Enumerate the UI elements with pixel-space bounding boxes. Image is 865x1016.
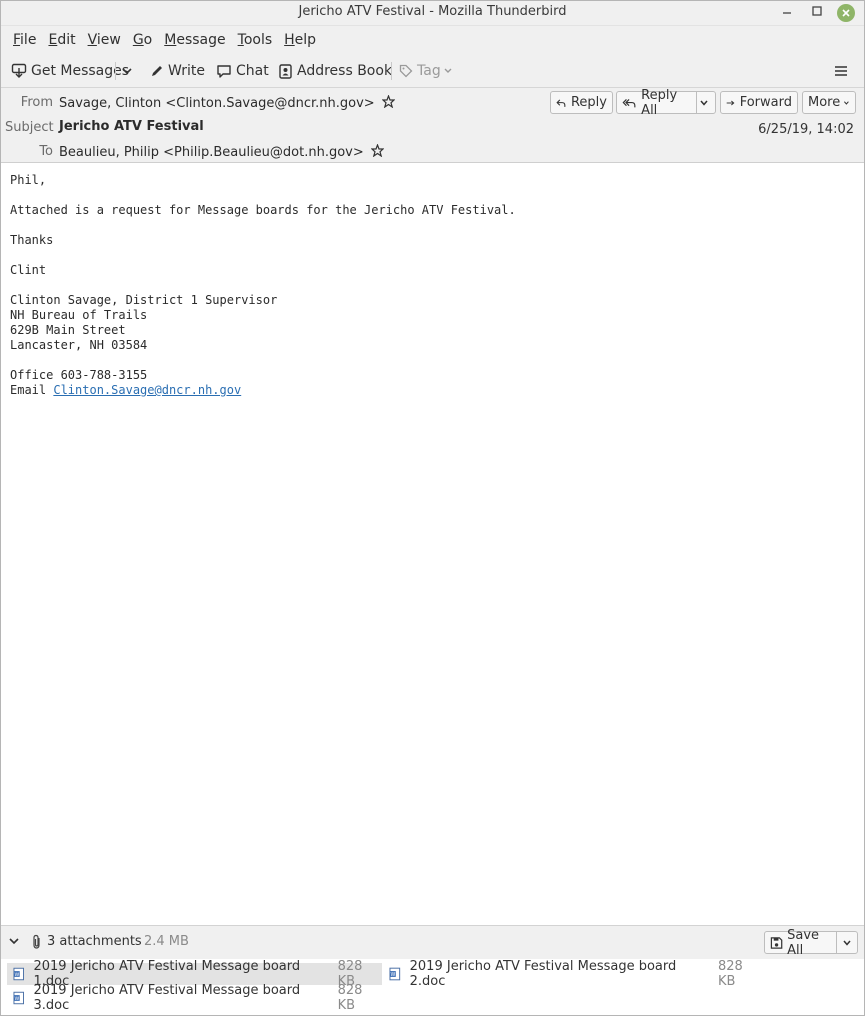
more-label: More (808, 95, 841, 110)
forward-arrow-icon (726, 100, 735, 105)
svg-text:W: W (390, 972, 395, 978)
menu-edit[interactable]: Edit (48, 32, 75, 48)
star-icon[interactable] (370, 144, 384, 157)
from-value[interactable]: Savage, Clinton <Clinton.Savage@dncr.nh.… (59, 96, 375, 111)
attachment-name: 2019 Jericho ATV Festival Message board … (33, 983, 301, 1013)
attachment-item[interactable]: W 2019 Jericho ATV Festival Message boar… (383, 959, 763, 989)
download-icon (11, 63, 27, 78)
from-field[interactable]: Savage, Clinton <Clinton.Savage@dncr.nh.… (59, 95, 395, 111)
paperclip-icon (33, 934, 40, 949)
attachment-size: 828 KB (337, 983, 363, 1013)
tag-button[interactable]: Tag (399, 60, 457, 82)
attachment-total-size: 2.4 MB (144, 934, 189, 949)
toolbar-separator (391, 62, 392, 80)
maximize-icon[interactable] (807, 3, 827, 23)
get-messages-dropdown[interactable] (121, 60, 137, 82)
save-all-dropdown[interactable] (837, 938, 857, 948)
attachment-size: 828 KB (718, 959, 743, 989)
write-button[interactable]: Write (150, 60, 205, 82)
word-document-icon: W (13, 967, 25, 981)
tag-icon (399, 64, 413, 78)
address-book-label: Address Book (297, 63, 393, 79)
menu-file[interactable]: File (13, 32, 36, 48)
email-link[interactable]: Clinton.Savage@dncr.nh.gov (53, 383, 241, 397)
forward-button[interactable]: Forward (720, 91, 798, 114)
chevron-down-icon (844, 100, 850, 105)
menu-go[interactable]: Go (133, 32, 152, 48)
forward-label: Forward (739, 95, 792, 110)
save-all-button[interactable]: Save All (764, 928, 858, 958)
subject-label: Subject (5, 120, 54, 135)
signature-line: NH Bureau of Trails (10, 308, 148, 322)
menu-message[interactable]: Message (164, 32, 225, 48)
reply-all-label: Reply All (641, 87, 678, 118)
attachment-name: 2019 Jericho ATV Festival Message board … (409, 959, 677, 989)
save-icon (770, 936, 783, 949)
word-document-icon: W (389, 967, 401, 981)
thunderbird-window: Jericho ATV Festival - Mozilla Thunderbi… (0, 0, 865, 1016)
message-body: Phil, Attached is a request for Message … (10, 173, 516, 398)
reply-all-icon (622, 98, 636, 107)
chat-bubble-icon (217, 64, 231, 78)
minimize-icon[interactable] (777, 3, 797, 23)
menubar: File Edit View Go Message Tools Help (1, 26, 864, 54)
attachment-list: W 2019 Jericho ATV Festival Message boar… (1, 959, 864, 1015)
menu-help[interactable]: Help (284, 32, 316, 48)
to-label: To (39, 144, 53, 159)
signature-line: Clinton Savage, District 1 Supervisor (10, 293, 278, 307)
subject-value: Jericho ATV Festival (59, 119, 204, 134)
reply-label: Reply (570, 95, 607, 110)
more-button[interactable]: More (802, 91, 856, 114)
reply-all-dropdown[interactable] (696, 91, 716, 114)
attachment-item[interactable]: W 2019 Jericho ATV Festival Message boar… (7, 983, 382, 1013)
body-name: Clint (10, 263, 47, 277)
menu-tools[interactable]: Tools (238, 32, 273, 48)
write-label: Write (168, 63, 205, 79)
attachment-item[interactable]: W 2019 Jericho ATV Festival Message boar… (7, 959, 382, 989)
message-header: From Savage, Clinton <Clinton.Savage@dnc… (1, 88, 864, 163)
to-value[interactable]: Beaulieu, Philip <Philip.Beaulieu@dot.nh… (59, 145, 364, 160)
titlebar: Jericho ATV Festival - Mozilla Thunderbi… (1, 1, 864, 26)
toolbar-separator (115, 62, 116, 80)
save-all-label: Save All (787, 927, 820, 958)
attachment-count[interactable]: 3 attachments (47, 934, 142, 949)
window-title: Jericho ATV Festival - Mozilla Thunderbi… (298, 4, 567, 19)
attachment-bar: 3 attachments 2.4 MB Save All (1, 925, 864, 960)
signature-line: Lancaster, NH 03584 (10, 338, 148, 352)
chat-label: Chat (236, 63, 269, 79)
chevron-down-icon (444, 68, 452, 73)
signature-office: Office 603-788-3155 (10, 368, 148, 382)
word-document-icon: W (13, 991, 25, 1005)
reply-icon (556, 99, 566, 107)
pencil-icon (152, 66, 162, 76)
body-line: Attached is a request for Message boards… (10, 203, 516, 217)
reply-button[interactable]: Reply (550, 91, 613, 114)
chat-button[interactable]: Chat (216, 60, 269, 82)
reply-all-button[interactable]: Reply All (616, 88, 697, 118)
body-thanks: Thanks (10, 233, 54, 247)
address-book-icon (279, 63, 292, 79)
chevron-down-icon (699, 100, 708, 106)
menu-view[interactable]: View (88, 32, 121, 48)
star-icon[interactable] (381, 95, 395, 108)
address-book-button[interactable]: Address Book (278, 60, 392, 82)
save-all-main[interactable]: Save All (765, 928, 837, 958)
tag-label: Tag (417, 63, 441, 79)
body-greeting: Phil, (10, 173, 47, 187)
signature-email-label: Email (10, 383, 54, 397)
chevron-down-icon (122, 68, 132, 75)
main-toolbar: Get Messages Write Chat Address Book Tag (1, 54, 864, 88)
chevron-down-icon[interactable] (8, 935, 20, 947)
app-menu-button[interactable] (834, 60, 852, 82)
close-icon[interactable] (837, 4, 855, 22)
svg-text:W: W (14, 996, 19, 1002)
message-date: 6/25/19, 14:02 (758, 122, 854, 137)
from-label: From (20, 95, 53, 110)
get-messages-button[interactable]: Get Messages (11, 60, 129, 82)
chevron-down-icon (843, 940, 851, 946)
svg-text:W: W (14, 972, 19, 978)
signature-line: 629B Main Street (10, 323, 126, 337)
hamburger-icon (835, 66, 847, 76)
to-field[interactable]: Beaulieu, Philip <Philip.Beaulieu@dot.nh… (59, 144, 384, 160)
